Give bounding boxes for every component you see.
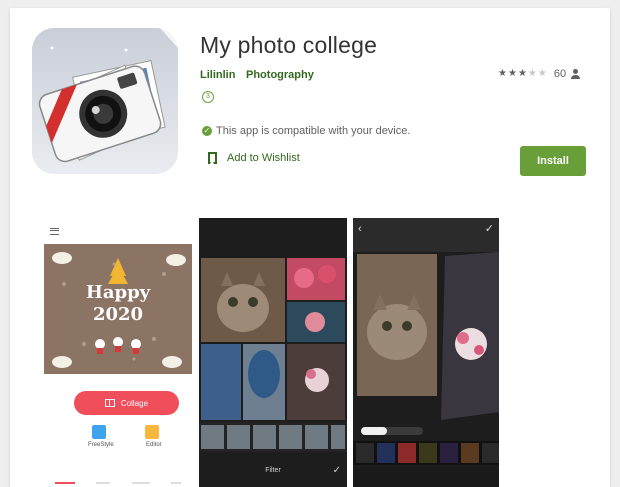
install-button[interactable]: Install	[520, 146, 586, 176]
filter-thumb[interactable]	[279, 425, 302, 449]
filter-thumb[interactable]	[201, 425, 224, 449]
category-link[interactable]: Photography	[246, 69, 314, 81]
add-to-wishlist-button[interactable]: Add to Wishlist	[208, 152, 300, 164]
filter-thumb[interactable]	[305, 425, 328, 449]
collage-button[interactable]: Collage	[74, 391, 179, 415]
rating-count: 60	[553, 68, 567, 80]
tab-indicator	[54, 482, 75, 484]
wishlist-label: Add to Wishlist	[227, 152, 300, 164]
collage-label: Collage	[120, 398, 149, 408]
filter-thumb[interactable]	[331, 425, 345, 449]
freestyle-label: FreeStyle	[88, 442, 114, 448]
rating: ★ ★ ★ ★ ★ 60	[498, 68, 581, 80]
collage-preview	[353, 252, 499, 422]
star-icon: ★	[507, 68, 517, 79]
back-arrow-icon[interactable]: ‹	[358, 223, 362, 235]
checkmark-icon[interactable]: ✓	[485, 222, 494, 235]
tab-placeholder	[131, 482, 150, 484]
star-icon: ★	[498, 68, 507, 79]
slider-fill	[361, 427, 387, 435]
tab-placeholder	[171, 482, 182, 484]
bookmark-icon	[208, 152, 217, 164]
card-text-happy: Happy	[85, 282, 151, 303]
top-bar	[199, 218, 347, 256]
content-rating-badge: 3	[202, 91, 214, 103]
collage-icon	[104, 399, 115, 407]
collage-grid	[199, 256, 347, 422]
filter-thumb[interactable]	[253, 425, 276, 449]
sticker-strip[interactable]	[353, 441, 499, 465]
star-icon: ★	[517, 68, 527, 79]
check-circle-icon: ✓	[202, 126, 212, 136]
tab-placeholder	[96, 482, 111, 484]
freestyle-icon[interactable]	[92, 425, 106, 439]
screenshot-2[interactable]: Filter ✓	[199, 218, 347, 487]
editor-label: Editor	[146, 442, 162, 448]
editor-icon[interactable]	[145, 425, 159, 439]
user-icon	[571, 69, 581, 79]
menu-icon	[50, 228, 59, 235]
app-icon	[30, 26, 180, 176]
app-title: My photo college	[200, 32, 378, 58]
bottom-tab-bar	[44, 474, 192, 487]
top-bar	[353, 218, 499, 252]
screenshot-1[interactable]: Happy 2020 Collage FreeStyle Editor	[44, 218, 192, 487]
card-text-year: 2020	[92, 304, 144, 325]
filter-label: Filter	[265, 467, 281, 474]
app-details-card: My photo college Lilinlin Photography ★ …	[10, 8, 610, 487]
tool-row	[353, 468, 499, 487]
compatibility-text: This app is compatible with your device.	[216, 125, 411, 137]
star-icon: ★	[527, 68, 537, 79]
developer-link[interactable]: Lilinlin	[200, 69, 235, 81]
compatibility-notice: ✓ This app is compatible with your devic…	[202, 125, 410, 137]
screenshot-3[interactable]: ‹ ✓	[353, 218, 499, 487]
checkmark-icon[interactable]: ✓	[333, 465, 341, 476]
filter-thumb[interactable]	[227, 425, 250, 449]
star-icon: ★	[537, 68, 547, 79]
